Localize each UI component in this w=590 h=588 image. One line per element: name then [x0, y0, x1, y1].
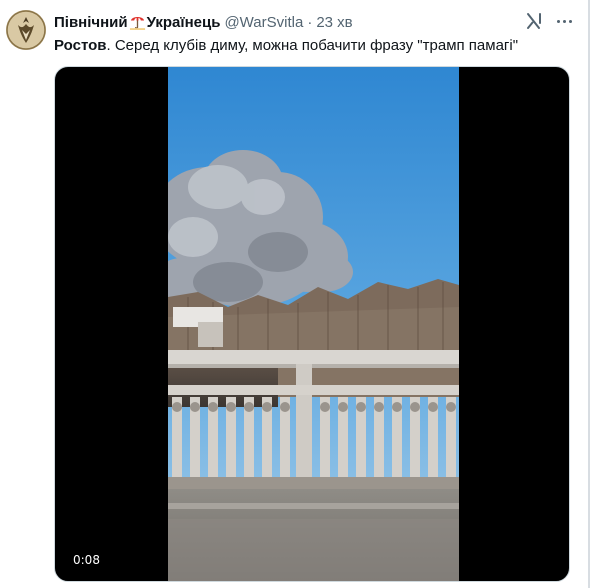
video-player[interactable]: 0:08 [54, 66, 570, 582]
more-dot [556, 19, 560, 23]
more-dot [562, 19, 566, 23]
tweet-header: Північний Українець @WarSvitla · 23 хв [54, 12, 353, 32]
grok-icon[interactable] [524, 11, 544, 31]
tweet-text: Ростов. Серед клубів диму, можна побачит… [54, 36, 518, 56]
author-name[interactable]: Північний Українець [54, 13, 220, 31]
more-options-icon[interactable] [553, 14, 575, 28]
author-handle[interactable]: @WarSvitla [224, 14, 303, 31]
author-name-part2[interactable]: Українець [147, 14, 221, 31]
timestamp[interactable]: 23 хв [316, 14, 352, 31]
avatar[interactable] [6, 10, 46, 50]
beach-umbrella-icon [129, 17, 145, 30]
tweet-location: Ростов [54, 37, 107, 54]
video-still [168, 67, 459, 581]
video-duration: 0:08 [73, 553, 100, 567]
tweet-body: . Серед клубів диму, можна побачити фраз… [106, 37, 519, 54]
separator-dot: · [307, 13, 313, 31]
video-frame[interactable] [168, 67, 459, 581]
more-dot [568, 19, 572, 23]
author-name-part1[interactable]: Північний [54, 14, 128, 31]
tweet-card[interactable]: Північний Українець @WarSvitla · 23 хв Р… [0, 0, 590, 588]
